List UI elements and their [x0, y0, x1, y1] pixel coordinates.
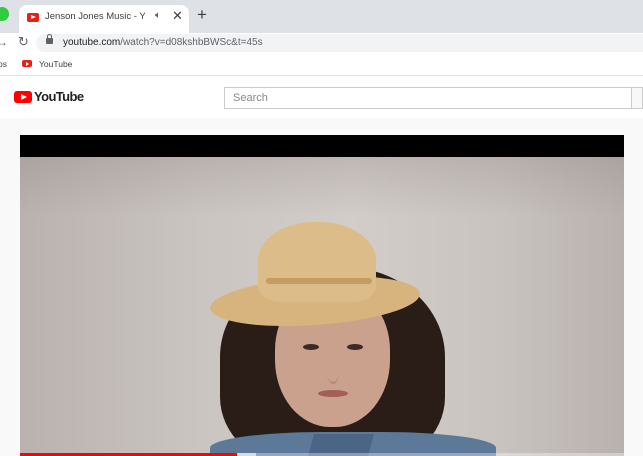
youtube-header: YouTube Search [0, 76, 643, 118]
lips [318, 390, 348, 397]
person-in-video [208, 212, 500, 456]
search-placeholder: Search [233, 92, 268, 104]
nose [327, 360, 339, 384]
lock-icon[interactable] [46, 34, 53, 44]
video-frame[interactable] [20, 157, 624, 456]
bookmark-youtube[interactable]: YouTube [39, 59, 72, 69]
speaker-icon[interactable]: 🔈︎ [155, 10, 161, 21]
window-maximize-button[interactable] [0, 7, 9, 21]
search-button[interactable] [632, 87, 643, 109]
address-bar[interactable]: youtube.com/watch?v=d08kshbBWSc&t=45s [36, 34, 643, 52]
browser-toolbar: → ↻ youtube.com/watch?v=d08kshbBWSc&t=45… [0, 33, 643, 53]
wall-shading [20, 157, 624, 217]
url-path: /watch?v=d08kshbBWSc&t=45s [120, 37, 263, 48]
reload-icon[interactable]: ↻ [18, 34, 29, 50]
forward-arrow-icon[interactable]: → [0, 35, 8, 49]
right-eye [347, 344, 363, 350]
browser-tab[interactable]: Jenson Jones Music - YouTube 🔈︎ ✕ [19, 5, 189, 33]
browser-tab-strip: Jenson Jones Music - YouTube 🔈︎ ✕ + [0, 0, 643, 33]
youtube-logo-icon[interactable] [14, 91, 32, 103]
left-eye [303, 344, 319, 350]
youtube-bookmark-icon[interactable] [22, 60, 32, 67]
url-domain: youtube.com [63, 37, 121, 48]
hat-band [266, 278, 372, 284]
url-text[interactable]: youtube.com/watch?v=d08kshbBWSc&t=45s [63, 37, 263, 48]
bookmark-apps[interactable]: ps [0, 59, 7, 69]
search-input[interactable]: Search [224, 87, 632, 109]
straw-hat-crown [258, 222, 376, 302]
youtube-logo-text[interactable]: YouTube [34, 89, 84, 104]
youtube-favicon-icon [27, 13, 39, 22]
close-tab-icon[interactable]: ✕ [172, 8, 183, 24]
video-player[interactable] [20, 135, 624, 456]
bookmarks-bar: ps YouTube [0, 53, 643, 76]
new-tab-button[interactable]: + [197, 6, 207, 23]
tab-title: Jenson Jones Music - YouTube [45, 11, 145, 22]
